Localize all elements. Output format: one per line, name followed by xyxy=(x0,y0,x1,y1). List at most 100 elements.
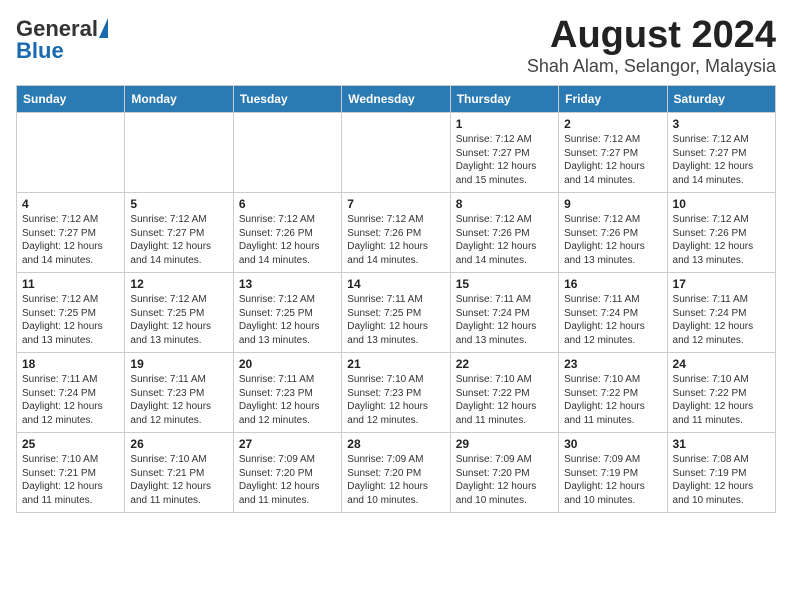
day-number: 26 xyxy=(130,437,227,451)
page-subtitle: Shah Alam, Selangor, Malaysia xyxy=(527,56,776,77)
day-number: 13 xyxy=(239,277,336,291)
day-info: Sunrise: 7:10 AM Sunset: 7:21 PM Dayligh… xyxy=(130,453,227,507)
day-number: 7 xyxy=(347,197,444,211)
title-block: August 2024 Shah Alam, Selangor, Malaysi… xyxy=(527,16,776,77)
day-info: Sunrise: 7:10 AM Sunset: 7:22 PM Dayligh… xyxy=(456,373,553,427)
day-info: Sunrise: 7:12 AM Sunset: 7:27 PM Dayligh… xyxy=(673,133,770,187)
day-number: 23 xyxy=(564,357,661,371)
table-row: 24Sunrise: 7:10 AM Sunset: 7:22 PM Dayli… xyxy=(667,353,775,433)
calendar-week-1: 1 Sunrise: 7:12 AM Sunset: 7:27 PM Daylig… xyxy=(17,113,776,193)
day-info: Sunrise: 7:12 AM Sunset: 7:27 PM Dayligh… xyxy=(22,213,119,267)
table-row: 12 Sunrise: 7:12 AM Sunset: 7:25 PM Dayli… xyxy=(125,273,233,353)
day-info: Sunrise: 7:12 AM Sunset: 7:27 PM Dayligh… xyxy=(456,133,553,187)
table-row: 13 Sunrise: 7:12 AM Sunset: 7:25 PM Dayli… xyxy=(233,273,341,353)
day-number: 18 xyxy=(22,357,119,371)
day-info: Sunrise: 7:11 AM Sunset: 7:23 PM Dayligh… xyxy=(130,373,227,427)
day-info: Sunrise: 7:09 AM Sunset: 7:20 PM Dayligh… xyxy=(347,453,444,507)
day-info: Sunrise: 7:10 AM Sunset: 7:21 PM Dayligh… xyxy=(22,453,119,507)
table-row: 25 Sunrise: 7:10 AM Sunset: 7:21 PM Dayli… xyxy=(17,433,125,513)
day-number: 28 xyxy=(347,437,444,451)
day-info: Sunrise: 7:11 AM Sunset: 7:24 PM Dayligh… xyxy=(456,293,553,347)
table-row: 18 Sunrise: 7:11 AM Sunset: 7:24 PM Dayli… xyxy=(17,353,125,433)
col-thursday: Thursday xyxy=(450,86,558,113)
table-row: 8 Sunrise: 7:12 AM Sunset: 7:26 PM Daylig… xyxy=(450,193,558,273)
table-row xyxy=(233,113,341,193)
table-row: 16 Sunrise: 7:11 AM Sunset: 7:24 PM Dayli… xyxy=(559,273,667,353)
calendar-week-3: 11Sunrise: 7:12 AM Sunset: 7:25 PM Dayli… xyxy=(17,273,776,353)
table-row: 3 Sunrise: 7:12 AM Sunset: 7:27 PM Daylig… xyxy=(667,113,775,193)
day-info: Sunrise: 7:12 AM Sunset: 7:26 PM Dayligh… xyxy=(347,213,444,267)
page-title: August 2024 xyxy=(527,16,776,54)
day-info: Sunrise: 7:12 AM Sunset: 7:26 PM Dayligh… xyxy=(239,213,336,267)
table-row: 9Sunrise: 7:12 AM Sunset: 7:26 PM Daylig… xyxy=(559,193,667,273)
day-info: Sunrise: 7:12 AM Sunset: 7:25 PM Dayligh… xyxy=(130,293,227,347)
calendar-week-4: 18 Sunrise: 7:11 AM Sunset: 7:24 PM Dayli… xyxy=(17,353,776,433)
col-sunday: Sunday xyxy=(17,86,125,113)
day-number: 1 xyxy=(456,117,553,131)
table-row: 22Sunrise: 7:10 AM Sunset: 7:22 PM Dayli… xyxy=(450,353,558,433)
day-info: Sunrise: 7:10 AM Sunset: 7:23 PM Dayligh… xyxy=(347,373,444,427)
table-row: 30 Sunrise: 7:09 AM Sunset: 7:19 PM Dayli… xyxy=(559,433,667,513)
day-number: 25 xyxy=(22,437,119,451)
table-row: 17Sunrise: 7:11 AM Sunset: 7:24 PM Dayli… xyxy=(667,273,775,353)
day-number: 24 xyxy=(673,357,770,371)
col-saturday: Saturday xyxy=(667,86,775,113)
day-number: 12 xyxy=(130,277,227,291)
day-number: 31 xyxy=(673,437,770,451)
logo: General Blue xyxy=(16,16,108,64)
day-info: Sunrise: 7:12 AM Sunset: 7:27 PM Dayligh… xyxy=(564,133,661,187)
table-row: 31 Sunrise: 7:08 AM Sunset: 7:19 PM Dayli… xyxy=(667,433,775,513)
day-number: 21 xyxy=(347,357,444,371)
day-number: 5 xyxy=(130,197,227,211)
table-row xyxy=(125,113,233,193)
table-row: 14 Sunrise: 7:11 AM Sunset: 7:25 PM Dayli… xyxy=(342,273,450,353)
day-info: Sunrise: 7:12 AM Sunset: 7:26 PM Dayligh… xyxy=(673,213,770,267)
table-row: 11Sunrise: 7:12 AM Sunset: 7:25 PM Dayli… xyxy=(17,273,125,353)
table-row: 1 Sunrise: 7:12 AM Sunset: 7:27 PM Daylig… xyxy=(450,113,558,193)
day-info: Sunrise: 7:11 AM Sunset: 7:24 PM Dayligh… xyxy=(22,373,119,427)
day-info: Sunrise: 7:12 AM Sunset: 7:26 PM Dayligh… xyxy=(456,213,553,267)
col-friday: Friday xyxy=(559,86,667,113)
table-row: 19Sunrise: 7:11 AM Sunset: 7:23 PM Dayli… xyxy=(125,353,233,433)
day-info: Sunrise: 7:11 AM Sunset: 7:24 PM Dayligh… xyxy=(564,293,661,347)
col-wednesday: Wednesday xyxy=(342,86,450,113)
table-row: 20Sunrise: 7:11 AM Sunset: 7:23 PM Dayli… xyxy=(233,353,341,433)
day-number: 17 xyxy=(673,277,770,291)
day-number: 6 xyxy=(239,197,336,211)
day-number: 8 xyxy=(456,197,553,211)
col-tuesday: Tuesday xyxy=(233,86,341,113)
day-number: 16 xyxy=(564,277,661,291)
table-row: 7 Sunrise: 7:12 AM Sunset: 7:26 PM Daylig… xyxy=(342,193,450,273)
day-info: Sunrise: 7:10 AM Sunset: 7:22 PM Dayligh… xyxy=(564,373,661,427)
day-number: 10 xyxy=(673,197,770,211)
day-info: Sunrise: 7:09 AM Sunset: 7:20 PM Dayligh… xyxy=(239,453,336,507)
day-number: 3 xyxy=(673,117,770,131)
day-info: Sunrise: 7:08 AM Sunset: 7:19 PM Dayligh… xyxy=(673,453,770,507)
col-monday: Monday xyxy=(125,86,233,113)
table-row xyxy=(17,113,125,193)
calendar-header-row: Sunday Monday Tuesday Wednesday Thursday… xyxy=(17,86,776,113)
day-info: Sunrise: 7:12 AM Sunset: 7:25 PM Dayligh… xyxy=(22,293,119,347)
day-info: Sunrise: 7:12 AM Sunset: 7:26 PM Dayligh… xyxy=(564,213,661,267)
day-number: 30 xyxy=(564,437,661,451)
day-info: Sunrise: 7:11 AM Sunset: 7:25 PM Dayligh… xyxy=(347,293,444,347)
table-row: 27 Sunrise: 7:09 AM Sunset: 7:20 PM Dayli… xyxy=(233,433,341,513)
day-number: 15 xyxy=(456,277,553,291)
table-row: 23 Sunrise: 7:10 AM Sunset: 7:22 PM Dayli… xyxy=(559,353,667,433)
day-info: Sunrise: 7:09 AM Sunset: 7:19 PM Dayligh… xyxy=(564,453,661,507)
day-number: 27 xyxy=(239,437,336,451)
day-info: Sunrise: 7:12 AM Sunset: 7:25 PM Dayligh… xyxy=(239,293,336,347)
calendar-week-5: 25 Sunrise: 7:10 AM Sunset: 7:21 PM Dayli… xyxy=(17,433,776,513)
table-row: 28 Sunrise: 7:09 AM Sunset: 7:20 PM Dayli… xyxy=(342,433,450,513)
day-number: 4 xyxy=(22,197,119,211)
table-row: 5Sunrise: 7:12 AM Sunset: 7:27 PM Daylig… xyxy=(125,193,233,273)
logo-triangle-icon xyxy=(99,18,108,38)
table-row: 2Sunrise: 7:12 AM Sunset: 7:27 PM Daylig… xyxy=(559,113,667,193)
table-row: 4 Sunrise: 7:12 AM Sunset: 7:27 PM Daylig… xyxy=(17,193,125,273)
table-row: 10 Sunrise: 7:12 AM Sunset: 7:26 PM Dayli… xyxy=(667,193,775,273)
day-number: 14 xyxy=(347,277,444,291)
table-row: 21 Sunrise: 7:10 AM Sunset: 7:23 PM Dayli… xyxy=(342,353,450,433)
day-info: Sunrise: 7:11 AM Sunset: 7:23 PM Dayligh… xyxy=(239,373,336,427)
table-row: 29Sunrise: 7:09 AM Sunset: 7:20 PM Dayli… xyxy=(450,433,558,513)
logo-blue: Blue xyxy=(16,38,64,64)
